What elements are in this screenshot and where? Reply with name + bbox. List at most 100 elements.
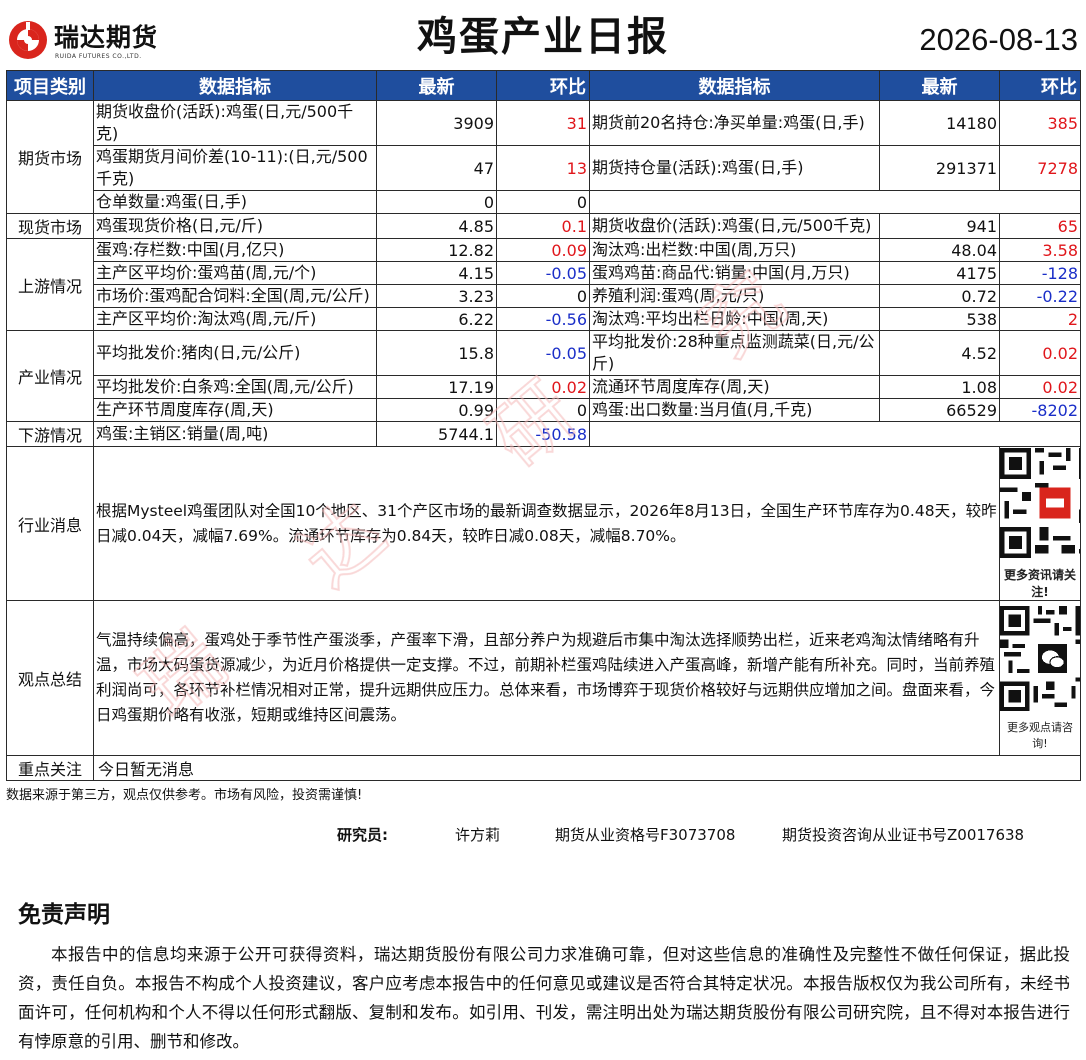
change-cell: 0.1 [496,213,590,239]
latest-cell: 66529 [879,398,1000,422]
col-header-change: 环比 [496,70,590,101]
category-focus: 重点关注 [6,755,94,781]
change-cell: -0.56 [496,307,590,331]
latest-cell: 48.04 [879,238,1000,262]
indicator-cell: 平均批发价:猪肉(日,元/公斤) [93,330,377,376]
indicator-cell: 平均批发价:28种重点监测蔬菜(日,元/公斤) [589,330,880,376]
summary-qr-cell: 更多观点请咨询! [999,600,1081,756]
report-header: 瑞达期货 RUIDA FUTURES CO.,LTD. 鸡蛋产业日报 2026-… [0,0,1086,66]
latest-cell: 0 [376,190,497,214]
change-cell: 0 [496,398,590,422]
latest-cell: 538 [879,307,1000,331]
latest-cell: 0.72 [879,284,1000,308]
indicator-cell: 主产区平均价:蛋鸡苗(周,元/个) [93,261,377,285]
category-summary: 观点总结 [6,600,94,756]
table-row: 主产区平均价:蛋鸡苗(周,元/个) 4.15 -0.05 蛋鸡鸡苗:商品代:销量… [7,261,1081,285]
indicator-cell: 平均批发价:白条鸡:全国(周,元/公斤) [93,375,377,399]
change-cell: 31 [496,100,590,146]
disclaimer-text: 本报告中的信息均来源于公开可获得资料，瑞达期货股份有限公司力求准确可靠，但对这些… [18,945,1070,1051]
latest-cell: 3909 [376,100,497,146]
change-cell: 0 [496,284,590,308]
report-date: 2026-08-13 [919,22,1078,57]
category-downstream: 下游情况 [6,421,94,447]
latest-cell: 14180 [879,100,1000,146]
indicator-cell: 蛋鸡:存栏数:中国(月,亿只) [93,238,377,262]
latest-cell: 5744.1 [376,421,497,447]
change-cell: -0.05 [496,330,590,376]
latest-cell: 15.8 [376,330,497,376]
category-spot: 现货市场 [6,213,94,239]
table-row: 鸡蛋期货月间价差(10-11):(日,元/500千克) 47 13 期货持仓量(… [7,145,1081,191]
change-cell: 2 [999,307,1081,331]
change-cell: 0.09 [496,238,590,262]
disclaimer-title: 免责声明 [18,902,110,928]
summary-row: 观点总结 气温持续偏高，蛋鸡处于季节性产蛋淡季，产蛋率下滑，且部分养户为规避后市… [6,600,1081,756]
indicator-cell: 鸡蛋:出口数量:当月值(月,千克) [589,398,880,422]
data-table: 项目类别 数据指标 最新 环比 数据指标 最新 环比 期货市场 期货收盘价(活跃… [6,70,1081,781]
futures-license-number: 期货从业资格号F3073708 [555,826,736,844]
indicator-cell: 仓单数量:鸡蛋(日,手) [93,190,377,214]
change-cell: 13 [496,145,590,191]
advisory-license-number: 期货投资咨询从业证书号Z0017638 [782,826,1025,844]
change-cell: 0 [496,190,590,214]
change-cell: 0.02 [496,375,590,399]
empty-cell [589,190,1081,214]
latest-cell: 4.85 [376,213,497,239]
news-row: 行业消息 根据Mysteel鸡蛋团队对全国10个地区、31个产区市场的最新调查数… [6,446,1081,601]
change-cell: -8202 [999,398,1081,422]
change-cell: 7278 [999,145,1081,191]
category-news: 行业消息 [6,446,94,601]
change-cell: 385 [999,100,1081,146]
table-header-row: 项目类别 数据指标 最新 环比 数据指标 最新 环比 [6,70,1081,101]
indicator-cell: 鸡蛋:主销区:销量(周,吨) [93,421,377,447]
table-row: 平均批发价:白条鸡:全国(周,元/公斤) 17.19 0.02 流通环节周度库存… [7,375,1081,399]
col-header-latest: 最新 [376,70,497,101]
researcher-label: 研究员: [337,826,388,844]
latest-cell: 4175 [879,261,1000,285]
change-cell: -0.05 [496,261,590,285]
indicator-cell: 期货持仓量(活跃):鸡蛋(日,手) [589,145,880,191]
news-qr-cell: 更多资讯请关注! [999,446,1081,601]
change-cell: -0.22 [999,284,1081,308]
latest-cell: 17.19 [376,375,497,399]
latest-cell: 6.22 [376,307,497,331]
summary-qr-caption: 更多观点请咨询! [1007,720,1073,750]
change-cell: 65 [999,213,1081,239]
table-row: 生产环节周度库存(周,天) 0.99 0 鸡蛋:出口数量:当月值(月,千克) 6… [7,398,1081,422]
indicator-cell: 养殖利润:蛋鸡(周,元/只) [589,284,880,308]
table-row: 下游情况 鸡蛋:主销区:销量(周,吨) 5744.1 -50.58 [6,421,1081,447]
table-row: 期货市场 期货收盘价(活跃):鸡蛋(日,元/500千克) 3909 31 期货前… [6,100,1081,214]
indicator-cell: 蛋鸡鸡苗:商品代:销量:中国(月,万只) [589,261,880,285]
col-header-change-2: 环比 [999,70,1081,101]
change-cell: 3.58 [999,238,1081,262]
indicator-cell: 淘汰鸡:平均出栏日龄:中国(周,天) [589,307,880,331]
table-row: 主产区平均价:淘汰鸡(周,元/斤) 6.22 -0.56 淘汰鸡:平均出栏日龄:… [7,307,1081,331]
col-header-latest-2: 最新 [879,70,1000,101]
summary-text: 气温持续偏高，蛋鸡处于季节性产蛋淡季，产蛋率下滑，且部分养户为规避后市集中淘汰选… [93,600,1000,756]
indicator-cell: 市场价:蛋鸡配合饲料:全国(周,元/公斤) [93,284,377,308]
col-header-indicator: 数据指标 [93,70,377,101]
table-row: 仓单数量:鸡蛋(日,手) 0 0 [7,190,1081,214]
col-header-indicator-2: 数据指标 [589,70,880,101]
indicator-cell: 流通环节周度库存(周,天) [589,375,880,399]
table-row: 现货市场 鸡蛋现货价格(日,元/斤) 4.85 0.1 期货收盘价(活跃):鸡蛋… [6,213,1081,239]
latest-cell: 941 [879,213,1000,239]
indicator-cell: 鸡蛋现货价格(日,元/斤) [93,213,377,239]
researcher-name: 许方莉 [455,826,501,844]
change-cell: 0.02 [999,330,1081,376]
latest-cell: 47 [376,145,497,191]
table-row: 上游情况 蛋鸡:存栏数:中国(月,亿只) 12.82 0.09 淘汰鸡:出栏数:… [6,238,1081,331]
indicator-cell: 期货收盘价(活跃):鸡蛋(日,元/500千克) [93,100,377,146]
latest-cell: 3.23 [376,284,497,308]
indicator-cell: 鸡蛋期货月间价差(10-11):(日,元/500千克) [93,145,377,191]
category-futures: 期货市场 [6,100,94,214]
col-header-category: 项目类别 [6,70,94,101]
latest-cell: 0.99 [376,398,497,422]
focus-row: 重点关注 今日暂无消息 [6,755,1081,781]
focus-text: 今日暂无消息 [93,755,1081,781]
wechat-qr-code-icon [1000,605,1080,711]
change-cell: 0.02 [999,375,1081,399]
change-cell: -50.58 [496,421,590,447]
indicator-cell: 期货收盘价(活跃):鸡蛋(日,元/500千克) [589,213,880,239]
indicator-cell: 期货前20名持仓:净买单量:鸡蛋(日,手) [589,100,880,146]
